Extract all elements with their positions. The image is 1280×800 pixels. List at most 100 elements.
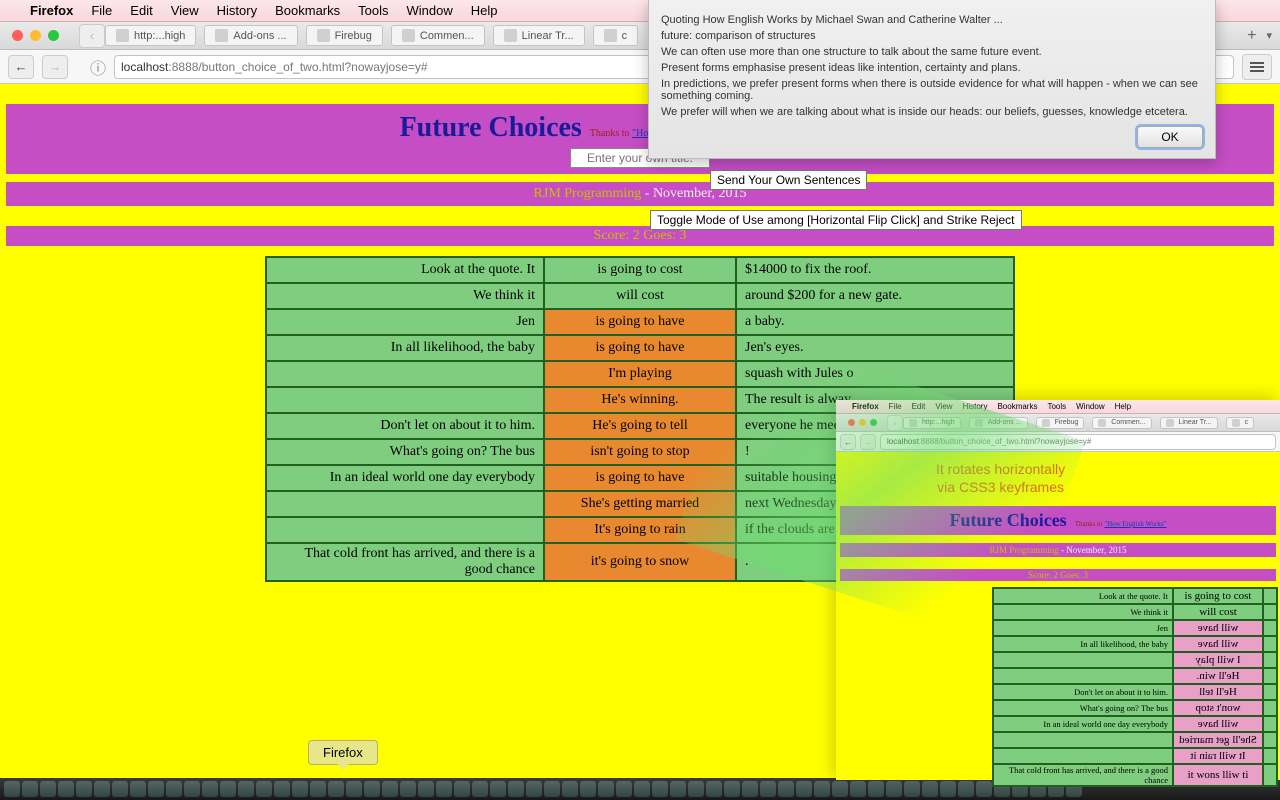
choice-button[interactable]: is going to cost [544, 257, 736, 283]
tab-overflow-icon[interactable]: ▾ [1266, 29, 1272, 42]
menu-edit[interactable]: Edit [130, 3, 152, 18]
dock-app-icon[interactable] [706, 781, 722, 797]
toggle-mode-button[interactable]: Toggle Mode of Use among [Horizontal Fli… [650, 210, 1022, 230]
dock-app-icon[interactable] [454, 781, 470, 797]
dock-app-icon[interactable] [526, 781, 542, 797]
dock-app-icon[interactable] [778, 781, 794, 797]
menu-history[interactable]: History [217, 3, 257, 18]
zoom-window-button[interactable] [48, 30, 59, 41]
choice-button[interactable]: will have [1173, 620, 1263, 636]
table-row: We think itwill costaround $200 for a ne… [266, 283, 1014, 309]
dock-app-icon[interactable] [166, 781, 182, 797]
dock-app-icon[interactable] [436, 781, 452, 797]
sentence-trail [1263, 700, 1277, 716]
dock-app-icon[interactable] [40, 781, 56, 797]
dock-app-icon[interactable] [472, 781, 488, 797]
menubar-app-name[interactable]: Firefox [30, 3, 73, 18]
sidebar-toggle-icon[interactable]: ‹ [79, 24, 105, 48]
choice-button[interactable]: She'll get married [1173, 732, 1263, 748]
choice-button[interactable]: is going to have [544, 309, 736, 335]
dock-app-icon[interactable] [742, 781, 758, 797]
dock-app-icon[interactable] [202, 781, 218, 797]
choice-button[interactable]: will have [1173, 716, 1263, 732]
dock-app-icon[interactable] [112, 781, 128, 797]
dock-app-icon[interactable] [310, 781, 326, 797]
dock-app-icon[interactable] [688, 781, 704, 797]
close-window-button[interactable] [12, 30, 23, 41]
dock-app-icon[interactable] [148, 781, 164, 797]
menu-help[interactable]: Help [471, 3, 498, 18]
browser-tab[interactable]: Firebug [306, 25, 383, 46]
choice-button[interactable]: is going to have [544, 335, 736, 361]
dialog-ok-button[interactable]: OK [1137, 126, 1203, 148]
choice-button[interactable]: She's getting married [544, 491, 736, 517]
new-tab-button[interactable]: + [1247, 27, 1256, 45]
dock-app-icon[interactable] [418, 781, 434, 797]
hamburger-menu-button[interactable] [1242, 54, 1272, 80]
dock-app-icon[interactable] [292, 781, 308, 797]
menu-window[interactable]: Window [407, 3, 453, 18]
dock-app-icon[interactable] [22, 781, 38, 797]
choice-button[interactable]: It's going to rain [544, 517, 736, 543]
dock-app-icon[interactable] [94, 781, 110, 797]
choice-button[interactable]: will cost [1173, 604, 1263, 620]
choice-button[interactable]: will cost [544, 283, 736, 309]
menu-file[interactable]: File [91, 3, 112, 18]
browser-tab[interactable]: Add-ons ... [204, 25, 297, 46]
dock-app-icon[interactable] [328, 781, 344, 797]
choice-button[interactable]: it's going to snow [544, 543, 736, 581]
dock-app-icon[interactable] [562, 781, 578, 797]
dock-app-icon[interactable] [220, 781, 236, 797]
choice-button[interactable]: isn't going to stop [544, 439, 736, 465]
browser-tab[interactable]: Commen... [391, 25, 485, 46]
choice-button[interactable]: He'll tell [1173, 684, 1263, 700]
choice-button[interactable]: I will play [1173, 652, 1263, 668]
dock-app-icon[interactable] [238, 781, 254, 797]
dock-app-icon[interactable] [58, 781, 74, 797]
dock-app-icon[interactable] [256, 781, 272, 797]
choice-button[interactable]: it wons lliw ti [1173, 764, 1263, 786]
dock-app-icon[interactable] [400, 781, 416, 797]
dock-app-icon[interactable] [796, 781, 812, 797]
back-button[interactable]: ← [8, 55, 34, 79]
choice-button[interactable]: He's winning. [544, 387, 736, 413]
dock-app-icon[interactable] [634, 781, 650, 797]
dock-app-icon[interactable] [652, 781, 668, 797]
dock-app-icon[interactable] [508, 781, 524, 797]
choice-button[interactable]: He's going to tell [544, 413, 736, 439]
browser-tab[interactable]: Linear Tr... [493, 25, 585, 46]
menu-view[interactable]: View [171, 3, 199, 18]
dock-app-icon[interactable] [760, 781, 776, 797]
send-sentences-button[interactable]: Send Your Own Sentences [710, 170, 867, 190]
dock-app-icon[interactable] [814, 781, 830, 797]
choice-button[interactable]: He'll win. [1173, 668, 1263, 684]
dock-app-icon[interactable] [364, 781, 380, 797]
dock-app-icon[interactable] [130, 781, 146, 797]
dock-app-icon[interactable] [616, 781, 632, 797]
menu-bookmarks[interactable]: Bookmarks [275, 3, 340, 18]
menu-tools[interactable]: Tools [358, 3, 388, 18]
choice-button[interactable]: will have [1173, 636, 1263, 652]
dock-app-icon[interactable] [490, 781, 506, 797]
choice-button[interactable]: is going to have [544, 465, 736, 491]
choice-button[interactable]: It will rain it [1173, 748, 1263, 764]
dock-app-icon[interactable] [4, 781, 20, 797]
dock-app-icon[interactable] [346, 781, 362, 797]
forward-button[interactable]: → [42, 55, 68, 79]
dock-app-icon[interactable] [670, 781, 686, 797]
dock-app-icon[interactable] [724, 781, 740, 797]
dock-app-icon[interactable] [544, 781, 560, 797]
dock-app-icon[interactable] [580, 781, 596, 797]
browser-tab[interactable]: c [593, 25, 639, 46]
dock-app-icon[interactable] [598, 781, 614, 797]
dock-app-icon[interactable] [184, 781, 200, 797]
choice-button[interactable]: is going to cost [1173, 588, 1263, 604]
dock-app-icon[interactable] [76, 781, 92, 797]
dock-app-icon[interactable] [382, 781, 398, 797]
identity-icon[interactable]: ⓘ [90, 55, 106, 79]
choice-button[interactable]: I'm playing [544, 361, 736, 387]
browser-tab[interactable]: http:...high [105, 25, 196, 46]
dock-app-icon[interactable] [274, 781, 290, 797]
minimize-window-button[interactable] [30, 30, 41, 41]
choice-button[interactable]: won't stop [1173, 700, 1263, 716]
